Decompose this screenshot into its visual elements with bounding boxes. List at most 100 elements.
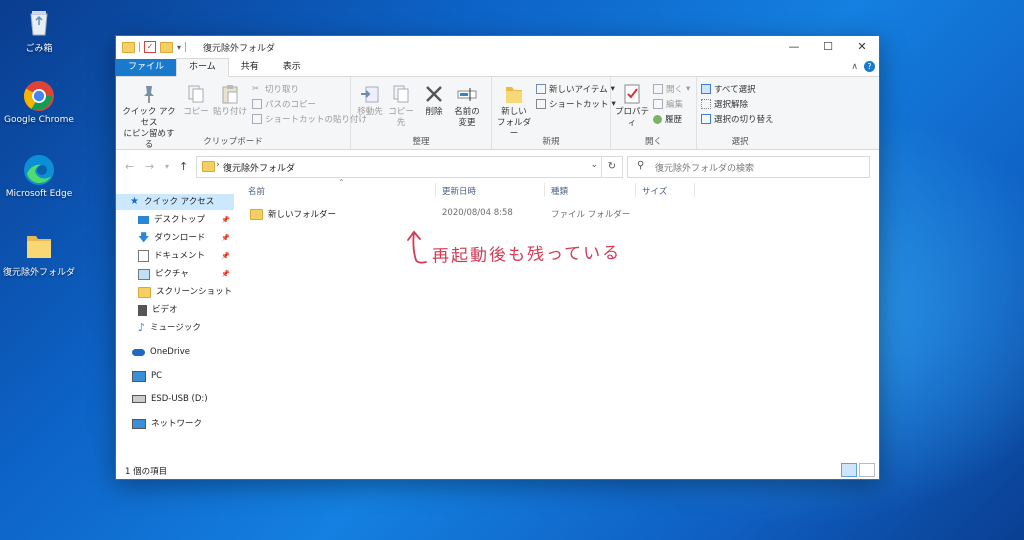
chevron-down-icon: ▾ — [686, 84, 691, 94]
nav-item-screenshots[interactable]: スクリーンショット — [116, 284, 234, 300]
shortcut-button[interactable]: ショートカット ▾ — [536, 98, 616, 110]
paste-shortcut-button[interactable]: ショートカットの貼り付け — [252, 113, 367, 125]
edit-label: 編集 — [666, 100, 684, 110]
music-note-icon: ♪ — [138, 321, 146, 334]
back-arrow-icon[interactable]: ← — [125, 160, 134, 173]
search-box[interactable]: ⚲ 復元除外フォルダの検索 — [627, 156, 870, 178]
select-all-button[interactable]: すべて選択 — [701, 83, 756, 95]
desktop-icon-folder[interactable]: 復元除外フォルダ — [1, 230, 77, 278]
nav-quick-access[interactable]: ★ クイック アクセス — [116, 194, 234, 210]
move-to-button[interactable]: 移動先 — [355, 83, 385, 118]
column-header-date[interactable]: 更新日時 — [442, 185, 476, 197]
tab-file[interactable]: ファイル — [116, 59, 177, 76]
paste-shortcut-icon — [252, 114, 262, 124]
select-none-button[interactable]: 選択解除 — [701, 98, 748, 110]
copy-button[interactable]: コピー — [182, 83, 210, 118]
nav-item-label: ミュージック — [150, 323, 201, 333]
nav-network[interactable]: ネットワーク — [116, 416, 234, 432]
open-button[interactable]: 開く ▾ — [653, 83, 690, 95]
maximize-button[interactable]: ☐ — [811, 36, 845, 58]
clipboard-group: クイック アクセス にピン留めする コピー 貼り付け ✂切り取り パスのコピー — [116, 77, 367, 150]
nav-item-videos[interactable]: ビデオ — [116, 302, 234, 318]
tab-home[interactable]: ホーム — [176, 58, 229, 77]
nav-onedrive-label: OneDrive — [150, 347, 190, 357]
forward-arrow-icon[interactable]: → — [145, 160, 154, 173]
nav-item-pictures[interactable]: ピクチャ 📌 — [116, 266, 234, 282]
copy-path-icon — [252, 99, 262, 109]
chevron-right-icon: › — [216, 160, 220, 170]
delete-x-icon — [423, 83, 445, 105]
paste-button[interactable]: 貼り付け — [212, 83, 248, 118]
quick-access-toolbar: ✓ ▾ — [122, 41, 187, 53]
recycle-bin-icon — [23, 6, 55, 38]
new-folder-quick-icon[interactable] — [160, 41, 173, 53]
pc-icon — [132, 370, 146, 382]
file-type: ファイル フォルダー — [551, 210, 631, 220]
column-header-size[interactable]: サイズ — [642, 185, 667, 197]
new-item-button[interactable]: 新しいアイテム ▾ — [536, 83, 615, 95]
address-bar[interactable]: › 復元除外フォルダ ⌄ ↻ — [196, 156, 623, 178]
up-arrow-icon[interactable]: ↑ — [179, 160, 188, 173]
refresh-icon[interactable]: ↻ — [601, 157, 622, 177]
delete-button[interactable]: 削除 — [421, 83, 447, 118]
properties-label: プロパティ — [614, 107, 649, 128]
invert-selection-icon — [701, 114, 711, 124]
copy-path-label: パスのコピー — [265, 100, 317, 110]
nav-item-label: ビデオ — [152, 305, 178, 315]
nav-item-music[interactable]: ♪ ミュージック — [116, 320, 234, 336]
cut-label: 切り取り — [265, 85, 300, 95]
nav-item-label: スクリーンショット — [156, 287, 233, 297]
address-row: ← → ▾ ↑ › 復元除外フォルダ ⌄ ↻ ⚲ 復元除外フォルダの検索 — [116, 150, 879, 182]
edit-button[interactable]: 編集 — [653, 98, 683, 110]
column-header-name[interactable]: 名前 — [248, 185, 265, 197]
chevron-down-icon[interactable]: ▾ — [165, 162, 169, 171]
edge-icon — [23, 154, 55, 186]
status-bar: 1 個の項目 — [116, 461, 879, 479]
desktop-icon-label: Microsoft Edge — [5, 189, 73, 199]
desktop-icon-chrome[interactable]: Google Chrome — [1, 80, 77, 125]
folder-icon — [202, 161, 215, 172]
new-folder-icon — [503, 83, 525, 105]
pin-icon — [138, 83, 160, 105]
annotation-text: 再起動後も残っている — [431, 243, 622, 267]
minimize-button[interactable]: — — [777, 36, 811, 58]
nav-item-desktop[interactable]: デスクトップ 📌 — [116, 212, 234, 228]
copy-icon — [185, 83, 207, 105]
invert-selection-button[interactable]: 選択の切り替え — [701, 113, 774, 125]
nav-usb-drive[interactable]: ESD-USB (D:) — [116, 391, 234, 407]
nav-pc[interactable]: PC — [116, 368, 234, 384]
cut-button[interactable]: ✂ 切り取り — [252, 83, 299, 95]
nav-usb-label: ESD-USB (D:) — [151, 394, 208, 404]
chevron-down-icon[interactable]: ⌄ — [590, 160, 598, 170]
help-icon[interactable]: ? — [864, 61, 875, 72]
close-button[interactable]: ✕ — [845, 36, 879, 58]
chevron-down-icon[interactable]: ▾ — [177, 43, 181, 52]
rename-label: 名前の 変更 — [454, 107, 480, 128]
file-row[interactable]: 新しいフォルダー — [250, 208, 336, 220]
tab-view[interactable]: 表示 — [271, 59, 313, 76]
properties-button[interactable]: プロパティ — [613, 83, 651, 129]
rename-button[interactable]: 名前の 変更 — [449, 83, 485, 129]
collapse-ribbon-icon[interactable]: ∧ — [851, 62, 858, 72]
history-button[interactable]: 履歴 — [653, 113, 682, 125]
new-item-label: 新しいアイテム — [549, 85, 608, 95]
copy-to-button[interactable]: コピー先 — [385, 83, 417, 129]
new-item-icon — [536, 84, 546, 94]
scissors-icon: ✂ — [252, 84, 260, 94]
nav-item-documents[interactable]: ドキュメント 📌 — [116, 248, 234, 264]
column-header-type[interactable]: 種類 — [551, 185, 568, 197]
nav-item-downloads[interactable]: 🡇 ダウンロード 📌 — [116, 230, 234, 246]
new-folder-button[interactable]: 新しい フォルダー — [496, 83, 532, 140]
nav-onedrive[interactable]: OneDrive — [116, 344, 234, 360]
address-path: 復元除外フォルダ — [223, 164, 296, 174]
large-icons-view-icon[interactable] — [859, 463, 875, 477]
tab-share[interactable]: 共有 — [229, 59, 271, 76]
item-count: 1 個の項目 — [125, 467, 168, 477]
properties-quick-icon[interactable]: ✓ — [144, 41, 156, 53]
history-label: 履歴 — [665, 115, 683, 125]
details-view-icon[interactable] — [841, 463, 857, 477]
desktop-icon-recycle-bin[interactable]: ごみ箱 — [1, 6, 77, 54]
desktop-icon-edge[interactable]: Microsoft Edge — [1, 154, 77, 199]
sort-ascending-icon: ⌃ — [338, 178, 345, 187]
copy-path-button[interactable]: パスのコピー — [252, 98, 316, 110]
